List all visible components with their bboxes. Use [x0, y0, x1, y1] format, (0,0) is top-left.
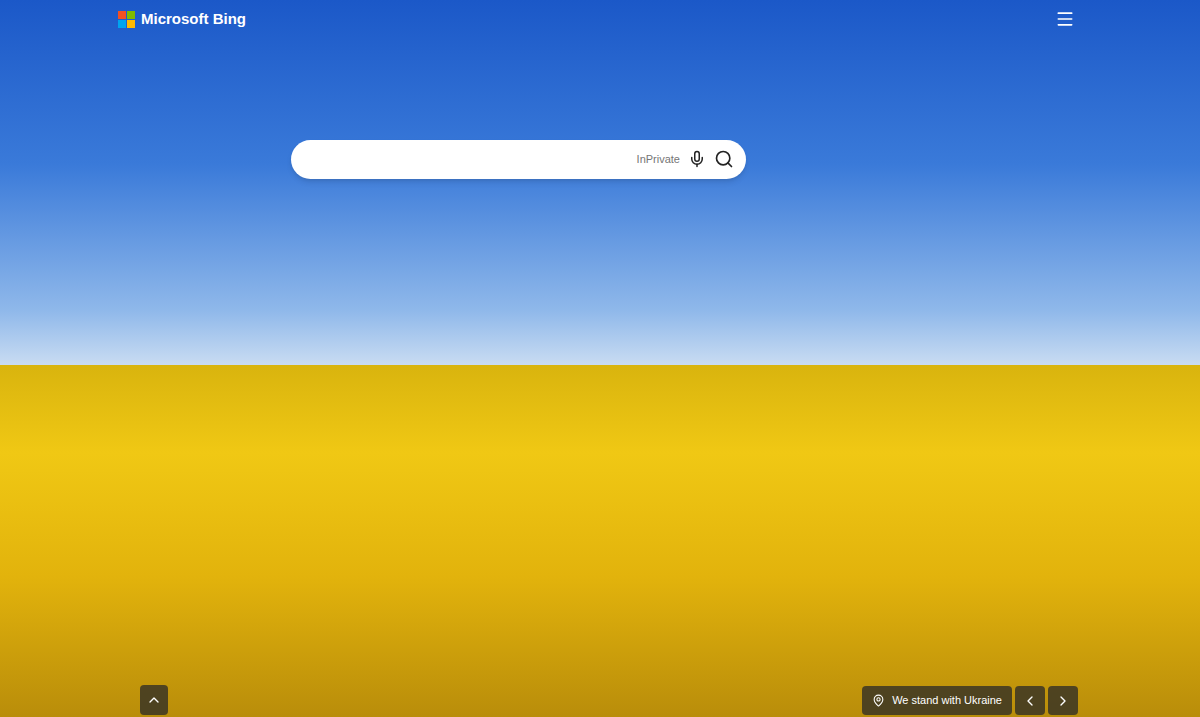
search-icon — [714, 149, 734, 169]
image-caption[interactable]: We stand with Ukraine — [862, 686, 1012, 715]
image-controls: We stand with Ukraine — [862, 686, 1078, 715]
search-input[interactable] — [309, 148, 629, 171]
sunflower-field — [0, 365, 1200, 717]
chevron-left-icon — [1022, 693, 1038, 709]
location-pin-icon — [872, 694, 885, 707]
next-image-button[interactable] — [1048, 686, 1078, 715]
header: Microsoft Bing — [0, 0, 1200, 31]
hamburger-icon — [1055, 9, 1075, 29]
search-box[interactable]: InPrivate — [291, 140, 746, 179]
sky — [0, 0, 1200, 365]
logo-text: Microsoft Bing — [141, 8, 246, 31]
microphone-icon — [688, 150, 706, 168]
caption-text: We stand with Ukraine — [892, 692, 1002, 709]
menu-button[interactable] — [1055, 9, 1075, 29]
chevron-right-icon — [1055, 693, 1071, 709]
search-button[interactable] — [714, 149, 734, 169]
voice-search-button[interactable] — [688, 150, 706, 168]
previous-image-button[interactable] — [1015, 686, 1045, 715]
bing-homepage: Microsoft Bing InPrivate We stand with Ukr… — [0, 0, 1200, 717]
inprivate-badge: InPrivate — [637, 151, 680, 168]
microsoft-logo-icon — [118, 11, 135, 28]
bottom-bar: We stand with Ukraine — [0, 685, 1200, 717]
background-photo — [0, 0, 1200, 717]
bing-logo[interactable]: Microsoft Bing — [118, 8, 246, 31]
page-content: Microsoft Bing InPrivate We stand with Ukr… — [0, 0, 1200, 717]
scroll-up-button[interactable] — [140, 685, 168, 715]
chevron-up-icon — [146, 692, 162, 708]
search-row: InPrivate — [0, 140, 1200, 179]
